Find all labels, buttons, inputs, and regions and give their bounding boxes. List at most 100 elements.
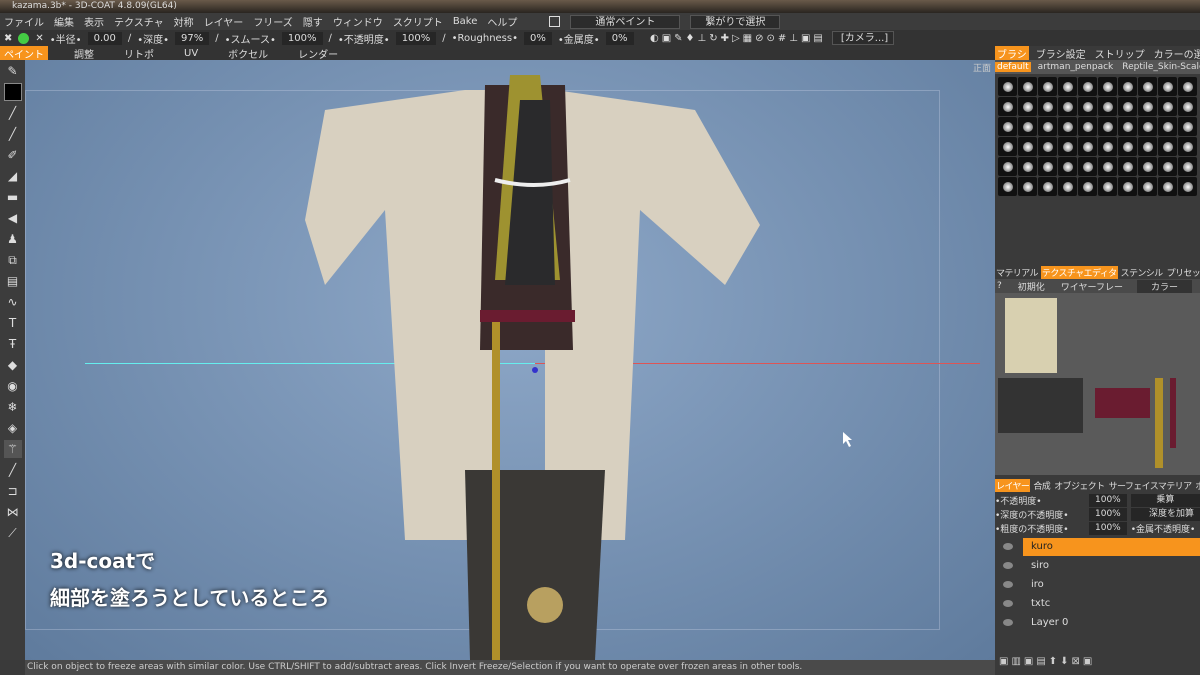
- brush-preset[interactable]: [1138, 77, 1157, 96]
- eye-icon[interactable]: [1003, 600, 1013, 607]
- copy-icon[interactable]: ⧉: [4, 251, 22, 269]
- brush-preset[interactable]: [998, 157, 1017, 176]
- brush-preset[interactable]: [1038, 117, 1057, 136]
- brush-preset[interactable]: [1038, 177, 1057, 196]
- brush-preset[interactable]: [1118, 117, 1137, 136]
- brush-preset[interactable]: [1158, 97, 1177, 116]
- brush-preset[interactable]: [1178, 117, 1197, 136]
- layer-item-siro[interactable]: siro: [995, 556, 1200, 575]
- brush-preset[interactable]: [1138, 157, 1157, 176]
- tab-voxel[interactable]: ボクセル: [224, 46, 272, 61]
- brush-preset[interactable]: [1098, 77, 1117, 96]
- wireframe-button[interactable]: ワイヤーフレー: [1059, 280, 1125, 293]
- layer-item-layer0[interactable]: Layer 0: [995, 613, 1200, 632]
- eraser-icon[interactable]: ◆: [4, 356, 22, 374]
- brush-preset[interactable]: [1118, 177, 1137, 196]
- brush-preset[interactable]: [1098, 177, 1117, 196]
- menu-script[interactable]: スクリプト: [393, 14, 443, 29]
- menu-view[interactable]: 表示: [84, 14, 104, 29]
- menu-hide[interactable]: 隠す: [303, 14, 323, 29]
- brushset-default[interactable]: default: [995, 62, 1031, 72]
- brush-preset[interactable]: [1158, 137, 1177, 156]
- tab-blend[interactable]: 合成: [1032, 479, 1051, 492]
- tab-brush-settings[interactable]: ブラシ設定: [1034, 46, 1088, 61]
- menu-freeze[interactable]: フリーズ: [253, 14, 293, 29]
- text-icon[interactable]: T: [4, 314, 22, 332]
- menu-window[interactable]: ウィンドウ: [333, 14, 383, 29]
- brush-preset[interactable]: [1078, 177, 1097, 196]
- brush-preset[interactable]: [1098, 157, 1117, 176]
- radius-field[interactable]: 0.00: [87, 31, 122, 45]
- brush-preset[interactable]: [1118, 137, 1137, 156]
- pen-tool-icon[interactable]: ╱: [4, 104, 22, 122]
- brush-preset[interactable]: [1178, 177, 1197, 196]
- brush-preset[interactable]: [1158, 177, 1177, 196]
- snowflake-icon[interactable]: ❄: [4, 398, 22, 416]
- bucket-icon[interactable]: ◈: [4, 419, 22, 437]
- view-icons[interactable]: ◐▣✎♦⊥↻✚▷▦⊘⊙#⊥▣▤: [650, 33, 826, 44]
- brush-preset[interactable]: [1058, 117, 1077, 136]
- layer-item-iro[interactable]: iro: [995, 575, 1200, 594]
- help-button[interactable]: ?: [995, 281, 1004, 291]
- layer-action-icons[interactable]: ▣▥▣▤⬆⬇⊠▣: [995, 656, 1200, 670]
- line-tool-icon[interactable]: ╱: [4, 125, 22, 143]
- menu-symmetry[interactable]: 対称: [174, 14, 194, 29]
- brush-preset[interactable]: [1078, 77, 1097, 96]
- text2-icon[interactable]: Ŧ: [4, 335, 22, 353]
- menu-edit[interactable]: 編集: [54, 14, 74, 29]
- brush-preset[interactable]: [1098, 137, 1117, 156]
- brush-preset[interactable]: [998, 77, 1017, 96]
- brush-preset[interactable]: [1038, 77, 1057, 96]
- brush-preset[interactable]: [1018, 157, 1037, 176]
- brush-preset[interactable]: [1018, 97, 1037, 116]
- menu-help[interactable]: ヘルプ: [487, 14, 517, 29]
- depth-field[interactable]: 97%: [175, 31, 210, 45]
- checkbox[interactable]: [549, 16, 561, 27]
- tab-adjust[interactable]: 調整: [70, 46, 98, 61]
- select-mode-dropdown[interactable]: 繋がりで選択: [690, 14, 781, 29]
- smooth-field[interactable]: 100%: [281, 31, 323, 45]
- brush-preset[interactable]: [1138, 97, 1157, 116]
- menu-bake[interactable]: Bake: [453, 16, 478, 27]
- brush-preset[interactable]: [1038, 97, 1057, 116]
- layer-item-txtc[interactable]: txtc: [995, 594, 1200, 613]
- tab-paint[interactable]: ペイント: [0, 45, 48, 61]
- paint-mode-dropdown[interactable]: 通常ペイント: [570, 14, 681, 29]
- brushset-reptile[interactable]: Reptile_Skin-Scales: [1120, 62, 1200, 72]
- tab-texture-editor[interactable]: テクスチャエディタ: [1040, 265, 1118, 279]
- tab-stencil[interactable]: ステンシル: [1120, 266, 1164, 279]
- brush-preset[interactable]: [998, 97, 1017, 116]
- tab-render[interactable]: レンダー: [294, 46, 342, 61]
- tab-strip[interactable]: ストリップ: [1093, 46, 1147, 61]
- brush-preset[interactable]: [998, 137, 1017, 156]
- brush-preset[interactable]: [1158, 77, 1177, 96]
- brush-preset[interactable]: [1118, 157, 1137, 176]
- tab-color-select[interactable]: カラーの選択: [1152, 46, 1200, 61]
- brush-preset[interactable]: [1018, 177, 1037, 196]
- tab-preset[interactable]: プリセット: [1166, 266, 1200, 279]
- menu-file[interactable]: ファイル: [4, 14, 44, 29]
- brush-preset[interactable]: [998, 117, 1017, 136]
- tab-layers[interactable]: レイヤー: [995, 478, 1031, 492]
- magic-wand-icon[interactable]: ⚚: [3, 440, 22, 458]
- reset-button[interactable]: 初期化: [1016, 280, 1047, 293]
- brush-preset[interactable]: [1078, 117, 1097, 136]
- brush-preset[interactable]: [1178, 137, 1197, 156]
- kimono-model[interactable]: [25, 60, 995, 660]
- butterfly-icon[interactable]: ⋈: [4, 503, 22, 521]
- roughness-field[interactable]: 0%: [524, 31, 552, 45]
- eye-icon[interactable]: [1003, 581, 1013, 588]
- brush-preset[interactable]: [1038, 137, 1057, 156]
- opacity-field[interactable]: 100%: [395, 31, 437, 45]
- brush-preset[interactable]: [1058, 137, 1077, 156]
- brush-preset[interactable]: [1058, 157, 1077, 176]
- eye-icon[interactable]: ◉: [4, 377, 22, 395]
- layer-item-kuro[interactable]: kuro: [995, 537, 1200, 556]
- brush-preset[interactable]: [1018, 117, 1037, 136]
- roughness-opacity-value[interactable]: 100%: [1089, 521, 1127, 535]
- brush-preset[interactable]: [1078, 157, 1097, 176]
- brush-preset[interactable]: [1178, 97, 1197, 116]
- opacity-value[interactable]: 100%: [1089, 493, 1127, 507]
- menu-layer[interactable]: レイヤー: [204, 14, 244, 29]
- color-dropdown[interactable]: カラー: [1137, 279, 1193, 293]
